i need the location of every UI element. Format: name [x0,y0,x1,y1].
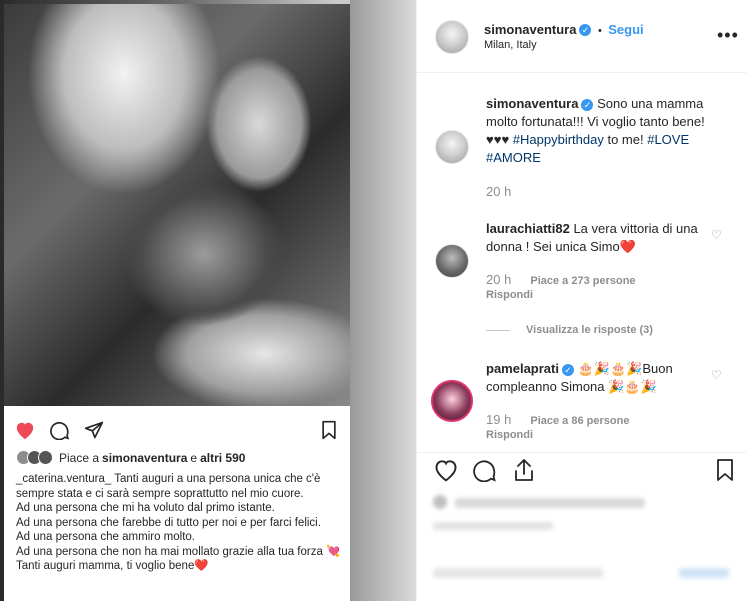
caption-line: _caterina.ventura_ Tanti auguri a una pe… [16,472,341,501]
reply-button[interactable]: Rispondi [486,289,636,301]
bookmark-icon[interactable] [715,458,735,487]
heart-filled-icon [14,420,36,445]
caption-line-text: Ad una persona che farebbe di tutto per … [16,516,321,529]
avatar[interactable] [435,130,469,164]
caption-line: Ad una persona che mi ha voluto dal prim… [16,501,341,516]
caption-line: Ad una persona che ammiro molto. [16,530,341,545]
likes-prefix: Piace a [59,450,100,465]
like-comment-heart-icon[interactable]: ♡ [711,368,722,382]
blurred-comment-input [433,568,603,578]
caption-text: simonaventura ✓ Sono una mamma molto fort… [486,95,708,167]
comment-username[interactable]: simonaventura [486,96,578,111]
embedded-caption: _caterina.ventura_ Tanti auguri a una pe… [16,472,341,574]
caption-user: _caterina.ventura_ [16,473,112,485]
comment-icon[interactable] [473,458,497,487]
reply-button[interactable]: Rispondi [486,429,629,441]
blurred-text [455,498,645,508]
caption-line: Ad una persona che non ha mai mollato gr… [16,545,341,560]
embedded-actions-bar [4,412,350,448]
likes-suffix: e [190,450,198,465]
embedded-post-image: Piace a simonaventura e altri 590 _cater… [4,4,350,601]
comment-likes[interactable]: Piace a 86 persone [530,415,629,427]
comment-meta: 20 h Piace a 273 persone Rispondi [486,272,636,301]
comment-text: pamelaprati ✓ 🎂🎉🎂🎉Buon compleanno Simona … [486,360,708,396]
like-comment-heart-icon[interactable]: ♡ [711,228,722,242]
avatar[interactable] [435,20,469,54]
caption-line-text: Ad una persona che mi ha voluto dal prim… [16,502,275,514]
caption-line-text: Ad una persona che non ha mai mollato gr… [16,545,341,558]
verified-badge-icon: ✓ [579,23,592,36]
heart-outline-icon[interactable] [433,458,459,487]
likes-summary: Piace a simonaventura e altri 590 [16,450,248,465]
header-username[interactable]: simonaventura [484,22,576,37]
liker-avatars [16,450,53,465]
caption-line: Tanti auguri mamma, ti voglio bene❤️ [16,559,341,574]
comment-text: laurachiatti82 La vera vittoria di una d… [486,220,708,256]
timestamp[interactable]: 20 h [486,272,511,287]
caption-line-text: Tanti auguri mamma, ti voglio bene❤️ [16,560,209,572]
more-options-icon[interactable]: ••• [717,26,739,44]
comment-icon [50,420,70,445]
hashtag-link[interactable]: #LOVE [647,132,689,147]
bookmark-icon [320,420,338,445]
timestamp[interactable]: 20 h [486,184,511,199]
view-replies-link[interactable]: Visualizza le risposte (3) [486,324,653,336]
hashtag-link[interactable]: #AMORE [486,150,541,165]
timestamp[interactable]: 19 h [486,412,511,427]
view-replies-label: Visualizza le risposte (3) [526,324,653,336]
comment-username[interactable]: pamelaprati [486,361,559,376]
blurred-publish-button [679,568,729,578]
likes-others: altri 590 [200,450,246,465]
likes-user: simonaventura [102,450,188,465]
caption-meta: 20 h [486,184,527,199]
post-actions-bar [417,452,746,493]
share-upload-icon[interactable] [513,458,535,487]
replies-divider-line [486,329,510,331]
avatar[interactable] [431,380,473,422]
verified-badge-icon: ✓ [581,98,594,111]
verified-badge-icon: ✓ [561,363,574,376]
header-user-row: simonaventura ✓ • Segui [484,21,644,39]
caption-body-2: to me! [603,132,644,147]
comment-likes[interactable]: Piace a 273 persone [530,275,635,287]
post-side-panel: simonaventura ✓ • Segui Milan, Italy ••• … [416,0,746,601]
follow-button[interactable]: Segui [608,22,643,37]
share-icon [84,420,104,445]
comment-username[interactable]: laurachiatti82 [486,221,570,236]
hashtag-link[interactable]: #Happybirthday [513,132,604,147]
caption-line: Ad una persona che farebbe di tutto per … [16,516,341,531]
separator: • [597,25,602,37]
blurred-avatar [433,495,447,509]
comments-list: simonaventura ✓ Sono una mamma molto fort… [417,72,746,452]
post-header: simonaventura ✓ • Segui Milan, Italy ••• [417,0,746,73]
location-link[interactable]: Milan, Italy [484,39,537,51]
comment-meta: 19 h Piace a 86 persone Rispondi [486,412,629,441]
avatar[interactable] [435,244,469,278]
caption-line-text: Ad una persona che ammiro molto. [16,531,195,543]
post-photo [4,4,350,406]
blurred-text [433,522,553,530]
